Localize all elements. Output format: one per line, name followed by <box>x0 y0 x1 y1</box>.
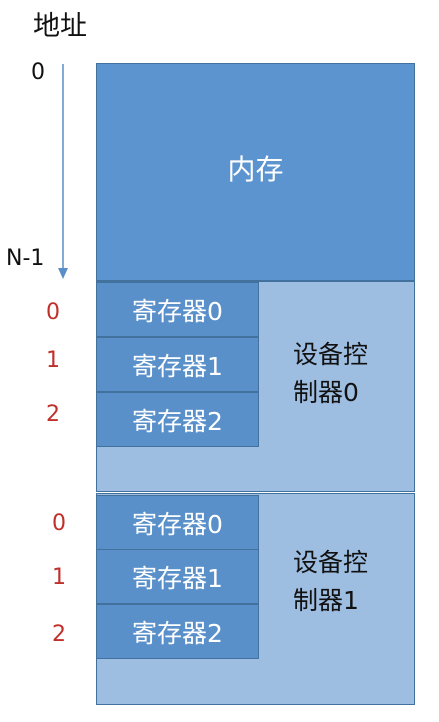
controller-0-label-line2: 制器0 <box>293 378 359 407</box>
controller-1-offset-1: 1 <box>52 565 66 590</box>
controller-1-register-2: 寄存器2 <box>96 604 259 659</box>
memory-label: 内存 <box>227 153 284 186</box>
controller-1-register-0: 寄存器0 <box>96 495 259 550</box>
controller-1-register-1: 寄存器1 <box>96 549 259 604</box>
controller-1-label-line1: 设备控 <box>293 548 369 577</box>
controller-0-offset-1: 1 <box>46 348 60 373</box>
controller-1-label: 设备控 制器1 <box>293 544 413 620</box>
controller-1-label-line2: 制器1 <box>293 586 359 615</box>
controller-0-offset-0: 0 <box>46 300 60 325</box>
controller-1-offset-2: 2 <box>52 622 66 647</box>
controller-0-label-line1: 设备控 <box>293 340 369 369</box>
controller-0-offset-2: 2 <box>46 402 60 427</box>
controller-0-label: 设备控 制器0 <box>293 336 413 412</box>
controller-0-register-2: 寄存器2 <box>96 392 259 447</box>
memory-block: 内存 <box>96 63 415 281</box>
controller-0-register-0: 寄存器0 <box>96 282 259 337</box>
controller-0-register-1: 寄存器1 <box>96 337 259 392</box>
controller-1-offset-0: 0 <box>52 511 66 536</box>
